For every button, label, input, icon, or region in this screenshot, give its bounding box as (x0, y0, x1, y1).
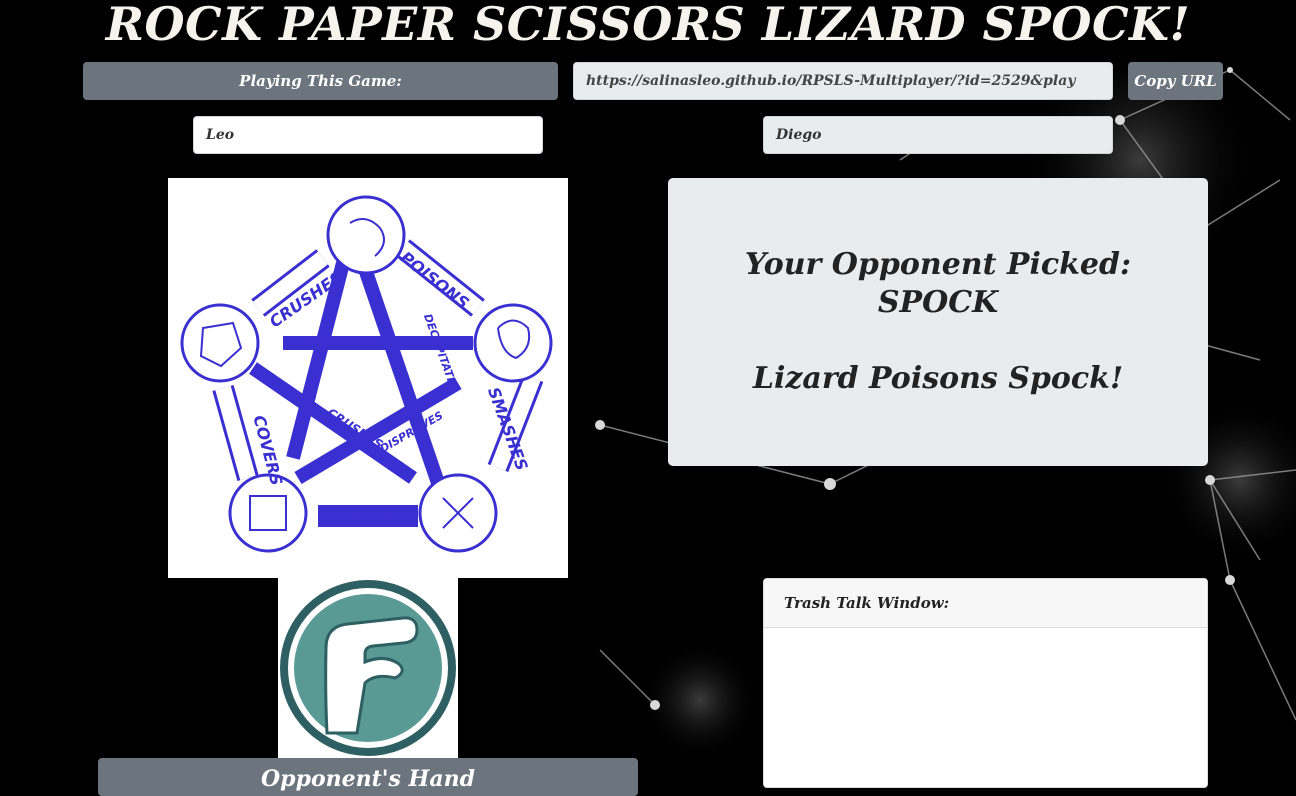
playing-game-label-text: Playing This Game: (239, 72, 402, 90)
copy-url-button[interactable]: Copy URL (1128, 62, 1223, 100)
game-url-field[interactable]: https://salinasleo.github.io/RPSLS-Multi… (573, 62, 1113, 100)
player-name-field[interactable]: Leo (193, 116, 543, 154)
lizard-hand-icon (280, 580, 456, 756)
opponent-hand-label: Opponent's Hand (261, 766, 475, 792)
opponent-name-field[interactable]: Diego (763, 116, 1113, 154)
label-cuts: CUTS (338, 503, 397, 527)
page-title: ROCK PAPER SCISSORS LIZARD SPOCK! (105, 0, 1191, 51)
opponent-choice: SPOCK (877, 285, 999, 320)
round-outcome: Lizard Poisons Spock! (752, 361, 1124, 396)
trash-talk-window: Trash Talk Window: (763, 578, 1208, 788)
player-name-text: Leo (206, 127, 235, 143)
opponent-hand-bar: Opponent's Hand (98, 758, 638, 796)
label-poisons: POISONS (397, 248, 473, 313)
label-decapitates: DECAPITATES (421, 312, 461, 394)
opponent-name-text: Diego (776, 127, 822, 143)
rpsls-diagram: POISONS SMASHES CUTS COVERS CRUSHES VAPO… (168, 178, 568, 578)
game-url-text: https://salinasleo.github.io/RPSLS-Multi… (586, 73, 1076, 89)
trash-talk-messages[interactable] (764, 628, 1207, 778)
label-vaporizes: VAPORIZES (293, 337, 375, 352)
player-choice-image (278, 578, 458, 758)
rpsls-diagram-svg: POISONS SMASHES CUTS COVERS CRUSHES VAPO… (180, 195, 553, 553)
result-panel: Your Opponent Picked: SPOCK Lizard Poiso… (668, 178, 1208, 466)
copy-url-label: Copy URL (1134, 72, 1217, 90)
trash-talk-title: Trash Talk Window: (784, 594, 950, 612)
opponent-picked-label: Your Opponent Picked: (744, 247, 1132, 282)
trash-talk-header: Trash Talk Window: (764, 579, 1207, 628)
playing-game-label: Playing This Game: (83, 62, 558, 100)
